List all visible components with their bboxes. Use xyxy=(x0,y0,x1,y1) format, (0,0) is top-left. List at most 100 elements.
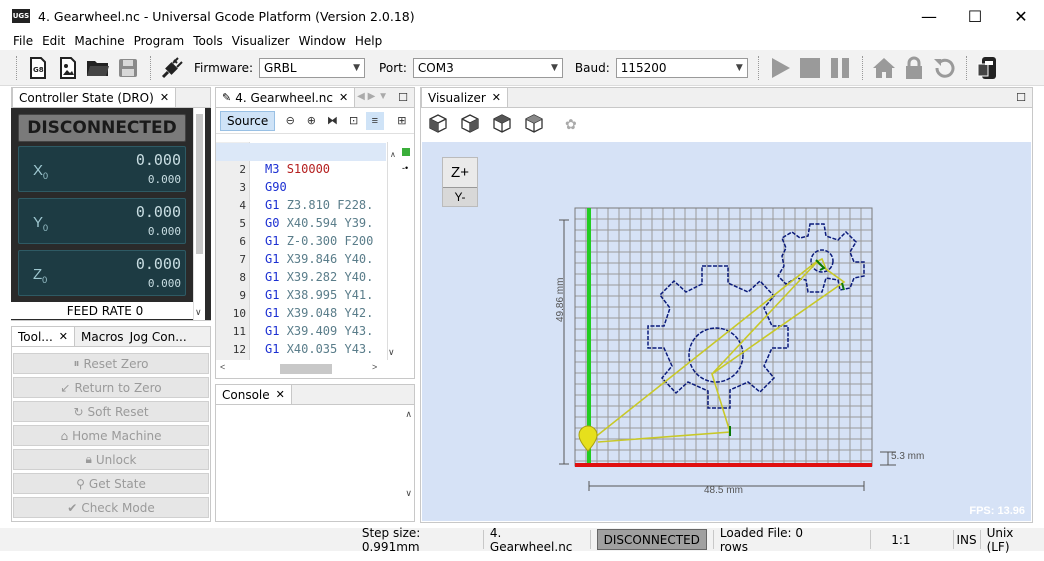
home-machine-button[interactable]: ⌂ Home Machine xyxy=(13,425,209,446)
menu-bar: File Edit Machine Program Tools Visualiz… xyxy=(0,32,1044,50)
close-icon[interactable]: ✕ xyxy=(59,330,68,343)
tab-macros[interactable]: Macros xyxy=(74,327,130,346)
visualizer-toolbar: ✿ xyxy=(421,108,1032,140)
grid-icon[interactable]: ⊞ xyxy=(393,112,411,130)
close-icon[interactable]: ✕ xyxy=(160,91,169,104)
code-line[interactable]: 9 G1 X38.995 Y41. xyxy=(216,286,386,304)
code-line[interactable]: 10 G1 X39.048 Y42. xyxy=(216,304,386,322)
chevron-down-icon[interactable]: ∨ xyxy=(388,347,395,358)
maximize-button[interactable]: ☐ xyxy=(952,0,998,32)
chevron-right-icon[interactable]: > xyxy=(372,362,377,372)
menu-tools[interactable]: Tools xyxy=(193,34,223,48)
main-toolbar: G8 Firmware: GRBL ▼ Port: COM3 ▼ Baud: 1… xyxy=(0,50,1044,86)
scrollbar-thumb[interactable] xyxy=(196,114,203,254)
axis-x-machine: 0.000 xyxy=(147,173,181,186)
close-icon[interactable]: ✕ xyxy=(339,91,348,104)
chevron-down-icon[interactable]: ∨ xyxy=(195,307,202,318)
code-line[interactable]: 4 G1 Z3.810 F228. xyxy=(216,196,386,214)
maximize-panel-icon[interactable]: ☐ xyxy=(1016,91,1026,104)
firmware-select[interactable]: GRBL ▼ xyxy=(259,57,366,78)
code-line[interactable]: 7 G1 X39.846 Y40. xyxy=(216,250,386,268)
history-forward-icon[interactable]: ⊕ xyxy=(302,112,320,130)
minimize-button[interactable]: — xyxy=(906,0,952,32)
check-mode-button[interactable]: ✔ Check Mode xyxy=(13,497,209,518)
feed-rate: FEED RATE 0 xyxy=(11,302,199,319)
menu-file[interactable]: File xyxy=(13,34,33,48)
image-file-icon[interactable] xyxy=(56,56,80,80)
home-icon[interactable] xyxy=(872,56,896,80)
source-button[interactable]: Source xyxy=(220,110,276,131)
line-number: 6 xyxy=(239,234,246,248)
tab-tools[interactable]: Tool... ✕ xyxy=(12,327,75,346)
close-icon[interactable]: ✕ xyxy=(492,91,501,104)
play-icon[interactable] xyxy=(768,56,792,80)
chevron-down-icon[interactable]: ∨ xyxy=(405,488,412,499)
soft-reset-button[interactable]: ↻ Soft Reset xyxy=(13,401,209,422)
bookmark-icon[interactable]: ⧓ xyxy=(323,112,341,130)
toggle-icon[interactable]: ⊡ xyxy=(345,112,363,130)
close-icon[interactable]: ✕ xyxy=(276,388,285,401)
close-button[interactable]: ✕ xyxy=(998,0,1044,32)
chevron-up-icon[interactable]: ∧ xyxy=(405,409,412,420)
unlock-button[interactable]: 🔒︎ Unlock xyxy=(13,449,209,470)
status-file: 4. Gearwheel.nc xyxy=(489,525,573,554)
editor-hscrollbar[interactable]: < > xyxy=(216,362,386,376)
history-back-icon[interactable]: ⊖ xyxy=(281,112,299,130)
axis-x[interactable]: X0 0.000 0.000 xyxy=(18,146,186,192)
tab-dro[interactable]: Controller State (DRO) ✕ xyxy=(12,88,177,107)
line-number: 7 xyxy=(239,252,246,266)
pause-icon[interactable] xyxy=(828,56,852,80)
chevron-up-icon[interactable]: ∧ xyxy=(390,150,396,159)
tab-jog-controller[interactable]: Jog Con... xyxy=(129,327,193,346)
tab-nav-arrows-icon[interactable]: ◀ ▶ ▼ xyxy=(357,91,388,102)
code-line[interactable]: 12 G1 X40.035 Y43. xyxy=(216,340,386,358)
axis-z[interactable]: Z0 0.000 0.000 xyxy=(18,250,186,296)
axis-z-work: 0.000 xyxy=(135,255,181,273)
chevron-left-icon[interactable]: < xyxy=(220,362,225,372)
line-number: 9 xyxy=(239,288,246,302)
maximize-panel-icon[interactable]: ☐ xyxy=(398,91,408,104)
menu-program[interactable]: Program xyxy=(134,34,185,48)
line-number: 3 xyxy=(239,180,246,194)
connect-plug-icon[interactable] xyxy=(160,56,184,80)
list-icon[interactable]: ≡ xyxy=(365,111,384,130)
visualizer-canvas[interactable]: Z+ Y- 49.86 mm 48.5 mm 5.3 mm FPS: 13.96 xyxy=(422,142,1031,521)
code-line[interactable]: 3 G90 xyxy=(216,178,386,196)
reset-icon[interactable] xyxy=(932,56,956,80)
get-state-button[interactable]: ⚲ Get State xyxy=(13,473,209,494)
tab-console[interactable]: Console ✕ xyxy=(216,385,292,404)
axis-y[interactable]: Y0 0.000 0.000 xyxy=(18,198,186,244)
scrollbar-thumb[interactable] xyxy=(280,364,332,374)
baud-select[interactable]: 115200 ▼ xyxy=(615,57,748,78)
menu-help[interactable]: Help xyxy=(355,34,382,48)
tab-visualizer[interactable]: Visualizer ✕ xyxy=(421,88,508,107)
menu-window[interactable]: Window xyxy=(299,34,346,48)
reset-zero-button[interactable]: ⏸ Reset Zero xyxy=(13,353,209,374)
menu-machine[interactable]: Machine xyxy=(74,34,124,48)
dro-scrollbar[interactable]: ∨ xyxy=(193,108,205,320)
port-select[interactable]: COM3 ▼ xyxy=(412,57,563,78)
gcode-file-icon[interactable]: G8 xyxy=(26,56,50,80)
tab-editor-file[interactable]: ✎ 4. Gearwheel.nc ✕ xyxy=(216,88,356,107)
save-icon[interactable] xyxy=(116,56,140,80)
code-line[interactable]: 5 G0 X40.594 Y39. xyxy=(216,214,386,232)
code-editor[interactable]: 1G21 2M3 S100003G90 4G1 Z3.810 F228.5G0 … xyxy=(216,142,386,360)
code-line[interactable]: 8 G1 X39.282 Y40. xyxy=(216,268,386,286)
lock-icon[interactable] xyxy=(902,56,926,80)
menu-edit[interactable]: Edit xyxy=(42,34,65,48)
return-to-zero-button[interactable]: ↙ Return to Zero xyxy=(13,377,209,398)
device-icon[interactable] xyxy=(976,56,1000,80)
code-line[interactable]: 11 G1 X39.409 Y43. xyxy=(216,322,386,340)
dimension-width: 48.5 mm xyxy=(704,485,743,496)
settings-icon[interactable]: ✿ xyxy=(565,116,577,133)
code-line[interactable]: 6 G1 Z-0.300 F200 xyxy=(216,232,386,250)
code-line[interactable]: 2 M3 S10000 xyxy=(216,160,386,178)
stop-icon[interactable] xyxy=(798,56,822,80)
menu-visualizer[interactable]: Visualizer xyxy=(232,34,290,48)
open-folder-icon[interactable] xyxy=(86,56,110,80)
editor-vscrollbar[interactable]: ∧ ∨ xyxy=(387,142,398,360)
edit-icon: ✎ xyxy=(222,91,232,104)
view-cube-icons[interactable] xyxy=(427,113,559,135)
chevron-down-icon: ▼ xyxy=(353,62,361,73)
chevron-down-icon: ▼ xyxy=(735,62,743,73)
